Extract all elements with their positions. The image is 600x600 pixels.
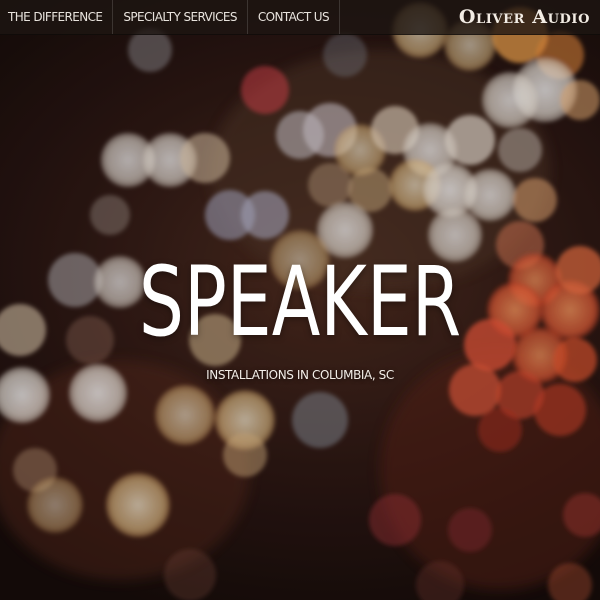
hero-title: SPEAKER — [138, 246, 462, 358]
hero-subtitle: INSTALLATIONS IN COLUMBIA, SC — [206, 368, 394, 382]
brand-logo[interactable]: Oliver Audio — [459, 0, 600, 34]
top-navbar: THE DIFFERENCE SPECIALTY SERVICES CONTAC… — [0, 0, 600, 35]
nav-specialty-services[interactable]: SPECIALTY SERVICES — [113, 0, 248, 34]
hero-title-block: SPEAKER INSTALLATIONS IN COLUMBIA, SC — [0, 252, 600, 382]
nav-the-difference[interactable]: THE DIFFERENCE — [0, 0, 114, 34]
nav-contact-us[interactable]: CONTACT US — [248, 0, 340, 34]
